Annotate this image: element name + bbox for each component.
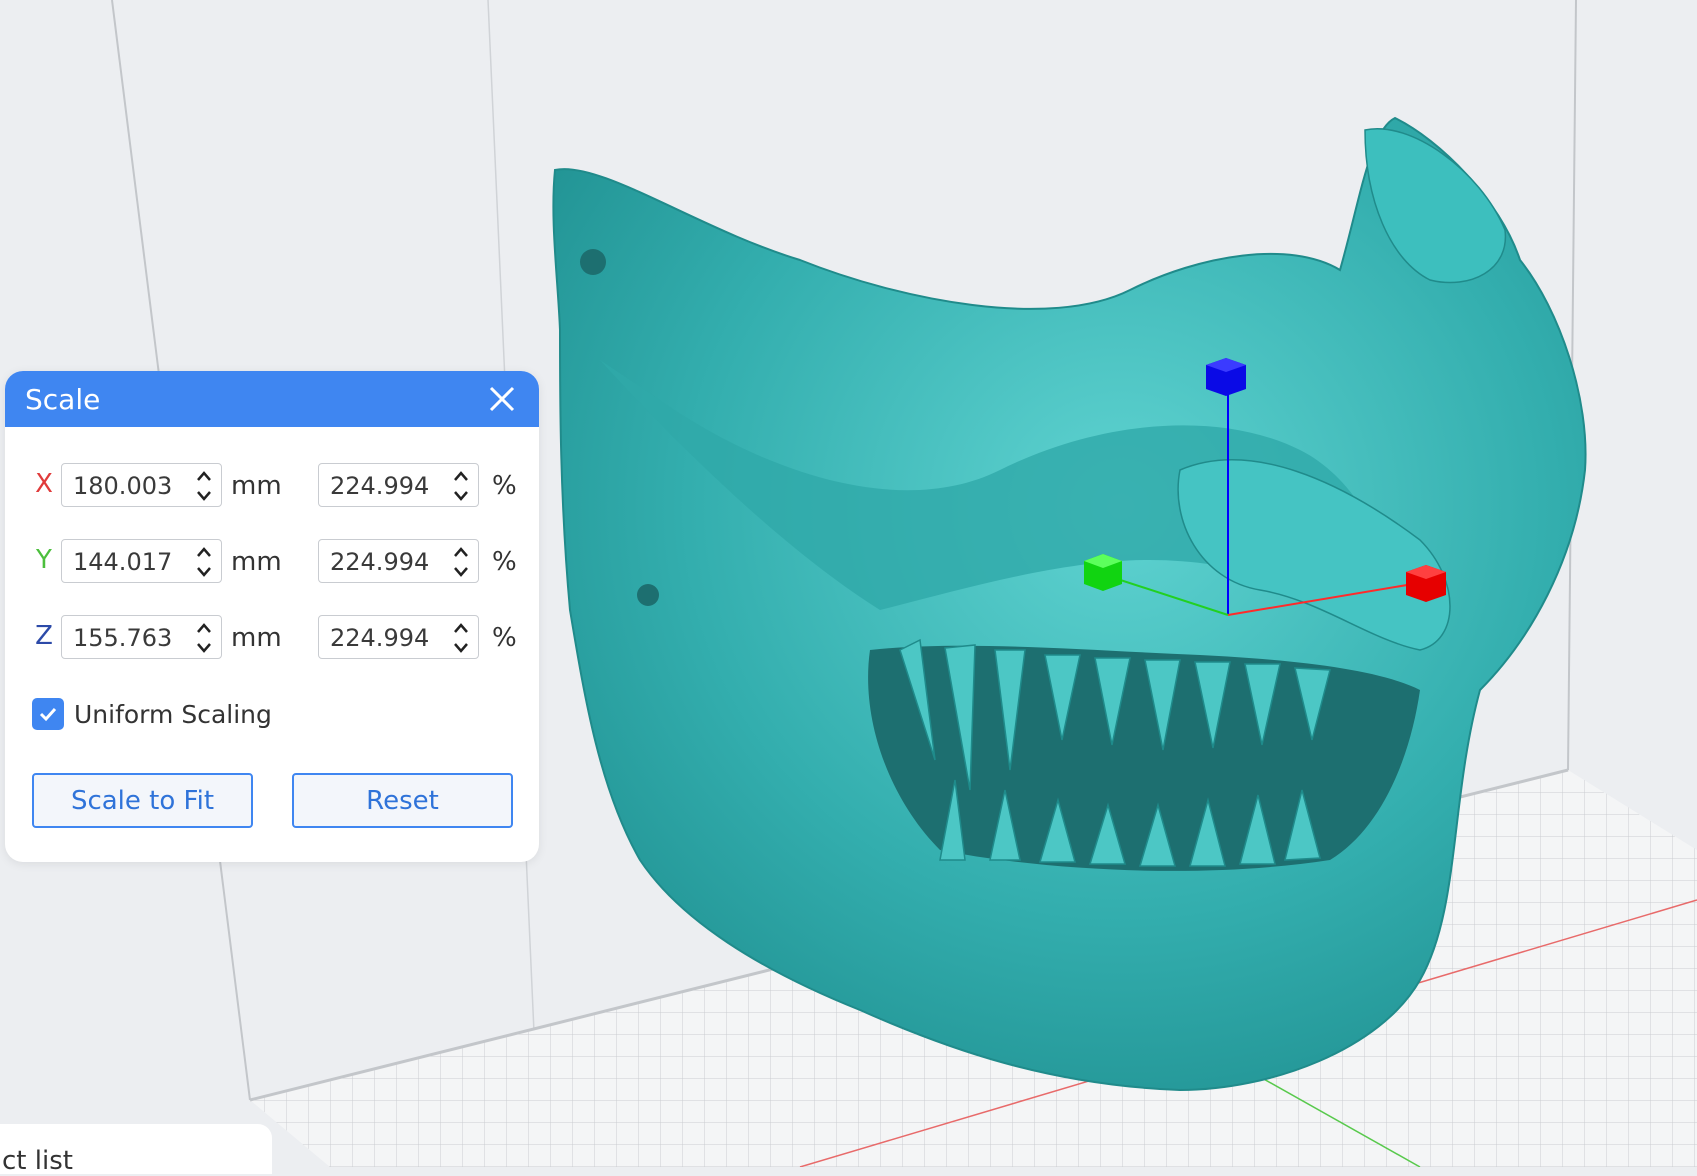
strap-hole [637,584,659,606]
z-percent-value: 224.994 [330,624,430,652]
z-size-input[interactable]: 155.763 [61,615,222,659]
reset-button[interactable]: Reset [292,773,513,828]
spin-down-icon[interactable] [452,564,470,580]
x-size-value: 180.003 [73,472,173,500]
z-size-value: 155.763 [73,624,173,652]
scale-row-y: Y 144.017 mm 224.994 % [5,539,539,587]
z-percent-spinner[interactable] [452,620,470,656]
uniform-scaling-row[interactable]: Uniform Scaling [32,696,272,732]
x-size-unit: mm [231,471,282,501]
object-list-label: ct list [2,1146,73,1176]
dialog-title: Scale [25,382,101,416]
x-size-input[interactable]: 180.003 [61,463,222,507]
scale-row-z: Z 155.763 mm 224.994 % [5,615,539,663]
y-size-spinner[interactable] [195,544,213,580]
spin-up-icon[interactable] [452,620,470,636]
close-icon[interactable] [485,382,519,416]
axis-label-x: X [35,469,53,499]
strap-hole [580,249,606,275]
scale-dialog: Scale X 180.003 mm 224.994 % Y 144.017 m… [5,371,539,862]
axis-label-z: Z [35,621,53,651]
x-percent-value: 224.994 [330,472,430,500]
y-size-input[interactable]: 144.017 [61,539,222,583]
y-size-value: 144.017 [73,548,173,576]
scale-row-x: X 180.003 mm 224.994 % [5,463,539,511]
uniform-scaling-label: Uniform Scaling [74,699,272,729]
z-percent-input[interactable]: 224.994 [318,615,479,659]
spin-up-icon[interactable] [452,468,470,484]
y-percent-value: 224.994 [330,548,430,576]
z-axis-handle[interactable] [1206,358,1246,396]
spin-up-icon[interactable] [195,468,213,484]
x-percent-spinner[interactable] [452,468,470,504]
y-percent-spinner[interactable] [452,544,470,580]
axis-label-y: Y [36,545,52,575]
spin-up-icon[interactable] [195,620,213,636]
z-size-spinner[interactable] [195,620,213,656]
spin-down-icon[interactable] [195,640,213,656]
x-percent-unit: % [492,471,517,501]
y-percent-input[interactable]: 224.994 [318,539,479,583]
spin-down-icon[interactable] [452,488,470,504]
z-size-unit: mm [231,623,282,653]
z-percent-unit: % [492,623,517,653]
spin-down-icon[interactable] [195,488,213,504]
scale-to-fit-button[interactable]: Scale to Fit [32,773,253,828]
y-size-unit: mm [231,547,282,577]
spin-down-icon[interactable] [452,640,470,656]
checkmark-icon [39,707,57,722]
x-axis-handle[interactable] [1406,565,1446,602]
spin-up-icon[interactable] [195,544,213,560]
x-size-spinner[interactable] [195,468,213,504]
y-percent-unit: % [492,547,517,577]
y-axis-handle[interactable] [1084,554,1122,591]
spin-up-icon[interactable] [452,544,470,560]
dialog-header: Scale [5,371,539,427]
x-percent-input[interactable]: 224.994 [318,463,479,507]
uniform-scaling-checkbox[interactable] [32,698,64,730]
spin-down-icon[interactable] [195,564,213,580]
